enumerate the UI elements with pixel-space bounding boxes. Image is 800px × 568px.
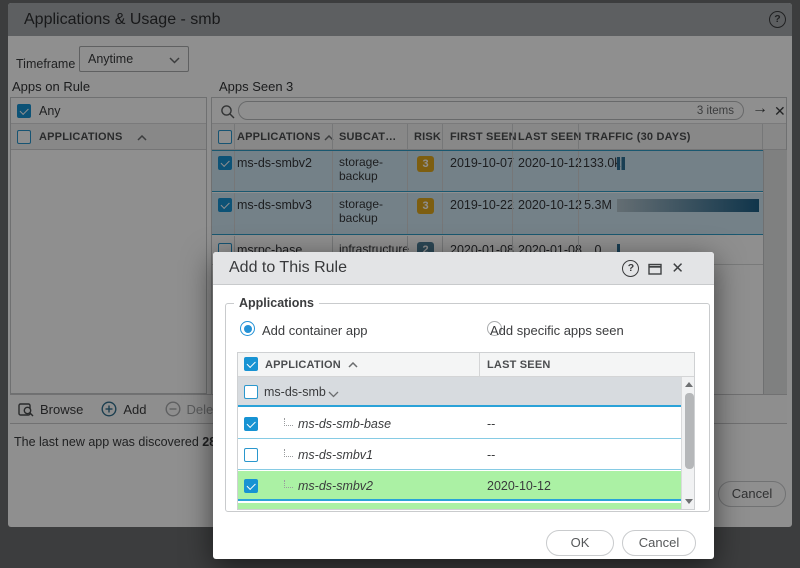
modal-help-icon[interactable]: ?: [622, 260, 639, 277]
row-checkbox[interactable]: [244, 448, 258, 462]
app-name: ms-ds-smb-base: [298, 417, 391, 431]
row-checkbox[interactable]: [244, 385, 258, 399]
modal-table-row[interactable]: ms-ds-smbv1 --: [238, 440, 681, 470]
modal-cancel-button[interactable]: Cancel: [622, 530, 696, 556]
modal-table-row[interactable]: ms-ds-smb: [238, 377, 681, 407]
col-last-seen[interactable]: LAST SEEN: [487, 359, 551, 371]
sort-asc-icon: [348, 362, 358, 368]
scroll-up-icon[interactable]: [685, 382, 693, 387]
app-name: ms-ds-smbv3: [298, 509, 373, 510]
popout-window-icon[interactable]: [648, 263, 662, 275]
ok-button[interactable]: OK: [546, 530, 614, 556]
applications-legend: Applications: [234, 296, 319, 310]
modal-table-row[interactable]: ms-ds-smb-base --: [238, 409, 681, 439]
last-seen: 2020-10-12: [487, 479, 551, 493]
app-name: ms-ds-smbv2: [298, 479, 373, 493]
last-seen: --: [487, 448, 495, 462]
add-specific-apps-label: Add specific apps seen: [490, 323, 624, 338]
screen: Applications & Usage - smb ? Timeframe A…: [0, 0, 800, 568]
modal-table-row[interactable]: ms-ds-smbv3 2020-10-12: [238, 503, 681, 510]
tree-elbow-icon: [284, 449, 293, 457]
modal-close-icon[interactable]: ✕: [671, 261, 684, 276]
scroll-down-icon[interactable]: [685, 499, 693, 504]
tree-elbow-icon: [284, 480, 293, 488]
add-container-app-label: Add container app: [262, 323, 368, 338]
last-seen: 2020-10-12: [487, 509, 551, 510]
expand-chevron-icon[interactable]: [328, 391, 339, 398]
modal-header-checkbox[interactable]: [244, 357, 258, 371]
row-checkbox[interactable]: [244, 479, 258, 493]
add-to-rule-modal: Add to This Rule ? ✕ Applications Add co…: [213, 252, 714, 559]
row-checkbox[interactable]: [244, 417, 258, 431]
modal-app-table: APPLICATION LAST SEEN ms-ds-smb ms-ds-sm…: [237, 352, 695, 510]
modal-title: Add to This Rule: [229, 252, 347, 284]
modal-table-header: APPLICATION LAST SEEN: [238, 353, 694, 377]
scrollbar-thumb[interactable]: [685, 393, 694, 469]
app-name: ms-ds-smbv1: [298, 448, 373, 462]
modal-table-row[interactable]: ms-ds-smbv2 2020-10-12: [238, 471, 681, 501]
app-name: ms-ds-smb: [264, 385, 326, 399]
col-application[interactable]: APPLICATION: [265, 359, 341, 371]
last-seen: --: [487, 417, 495, 431]
modal-titlebar: Add to This Rule ? ✕: [213, 252, 714, 285]
tree-elbow-icon: [284, 418, 293, 426]
add-container-app-radio[interactable]: [240, 321, 255, 336]
modal-table-scrollbar[interactable]: [681, 377, 695, 509]
